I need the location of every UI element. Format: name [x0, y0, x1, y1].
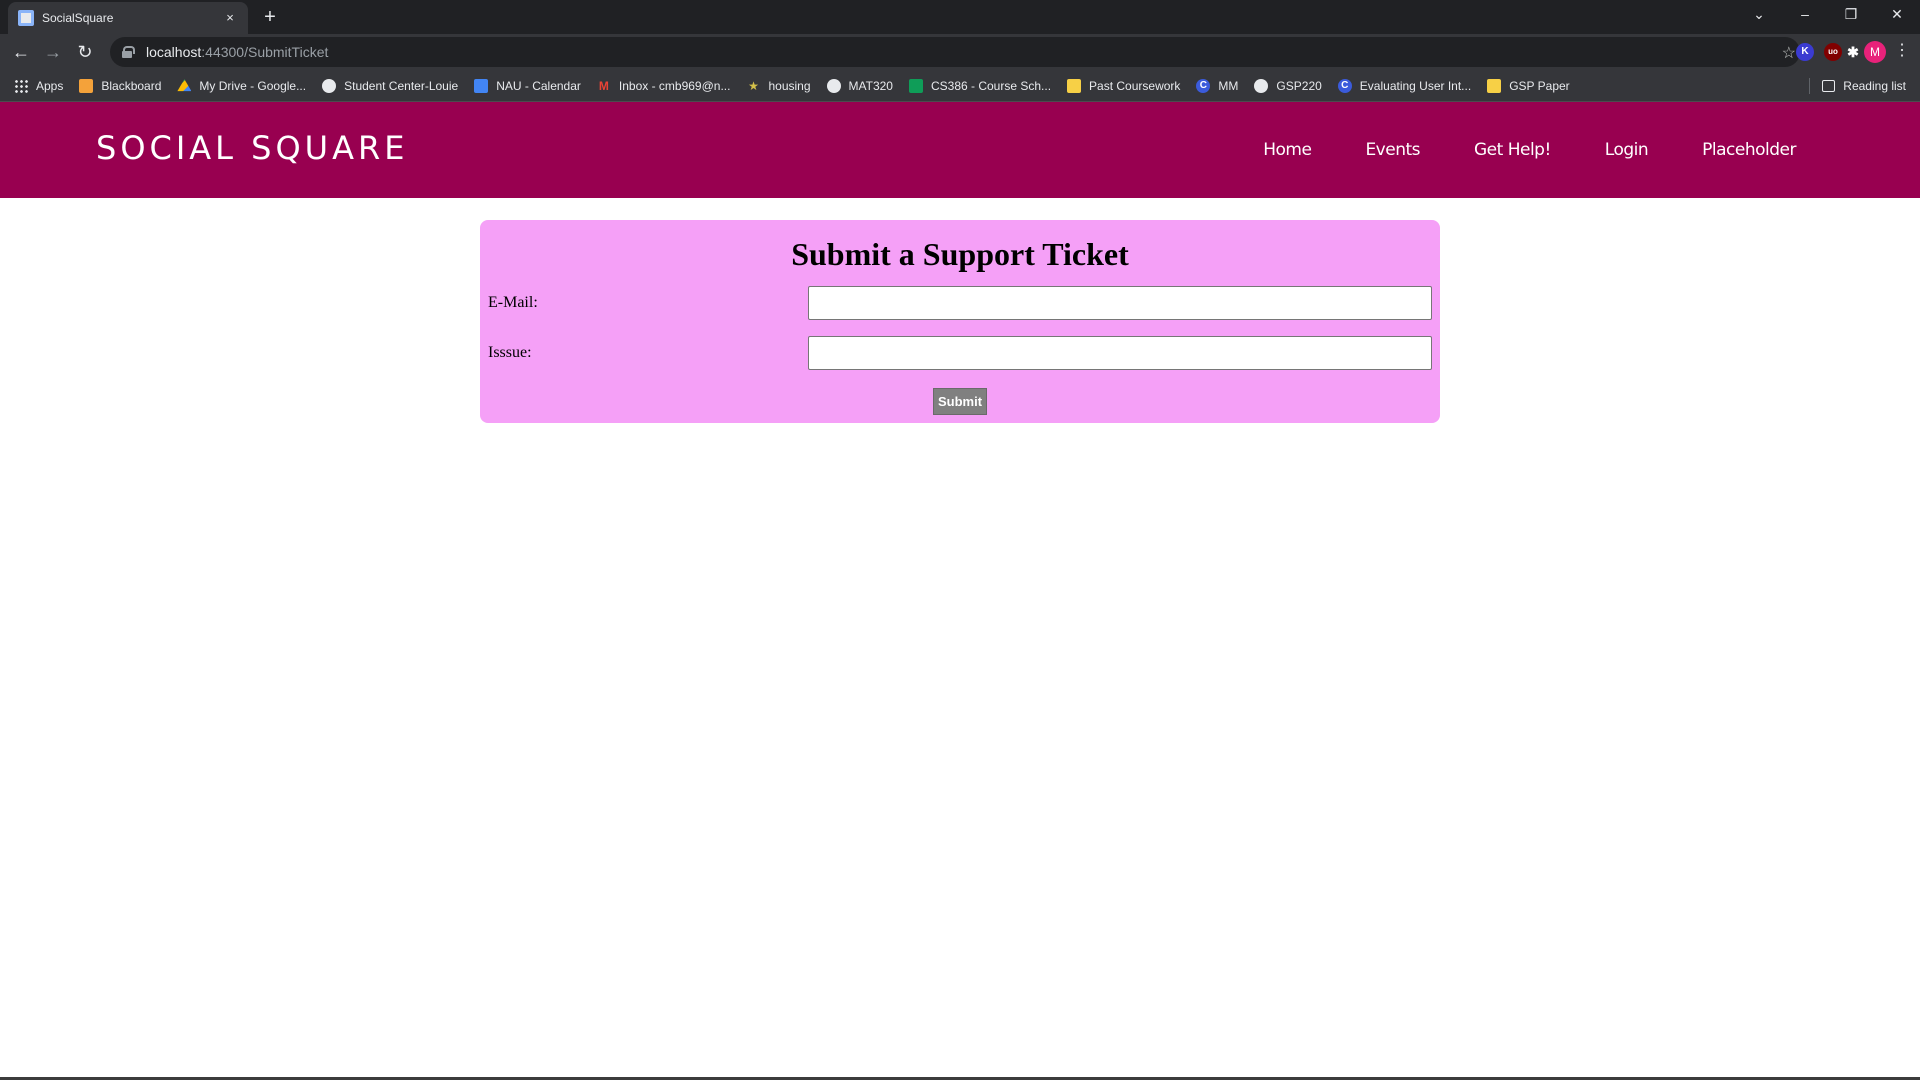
bookmark-cs386[interactable]: CS386 - Course Sch... — [908, 78, 1052, 93]
bookmark-label: My Drive - Google... — [199, 78, 307, 93]
bookmark-label: CS386 - Course Sch... — [930, 78, 1052, 93]
c-icon: C — [1337, 78, 1352, 93]
restore-button[interactable]: ❐ — [1828, 0, 1874, 28]
bookmark-my-drive[interactable]: My Drive - Google... — [177, 79, 306, 93]
reading-list-button[interactable]: Reading list — [1822, 79, 1906, 93]
bookmark-label: Past Coursework — [1089, 78, 1181, 93]
bookmark-label: Student Center-Louie — [344, 78, 459, 93]
back-arrow-icon[interactable]: ← — [8, 39, 34, 65]
bookmark-label: MAT320 — [848, 78, 893, 93]
email-label: E-Mail: — [488, 294, 538, 311]
browser-tab[interactable]: SocialSquare × — [8, 2, 248, 34]
site-nav: Home Events Get Help! Login Placeholder — [1209, 140, 1796, 160]
kami-extension-icon[interactable]: K — [1796, 43, 1814, 61]
gmail-icon: M — [598, 78, 609, 93]
housing-icon: ★ — [748, 78, 759, 93]
bookmark-label: NAU - Calendar — [496, 78, 581, 93]
bookmark-gsp-paper[interactable]: GSP Paper — [1487, 78, 1570, 93]
submit-button[interactable]: Submit — [933, 388, 987, 415]
site-header: SOCIAL SQUARE Home Events Get Help! Logi… — [0, 102, 1920, 198]
browser-toolbar: ← → ↻ localhost:44300/SubmitTicket ☆ K u… — [0, 34, 1920, 70]
issue-field[interactable] — [808, 336, 1432, 370]
nav-placeholder-link[interactable]: Placeholder — [1702, 140, 1796, 160]
bookmark-label: Inbox - cmb969@n... — [618, 78, 731, 93]
issue-label: Isssue: — [488, 344, 532, 361]
sheets-icon — [908, 78, 923, 93]
close-window-button[interactable]: ✕ — [1874, 0, 1920, 28]
folder-icon — [1487, 78, 1502, 93]
globe-icon — [826, 78, 841, 93]
reading-list-label: Reading list — [1843, 78, 1906, 93]
nav-get-help-link[interactable]: Get Help! — [1474, 140, 1551, 160]
tab-search-icon[interactable]: ⌄ — [1736, 0, 1782, 28]
window-controls: ⌄ – ❐ ✕ — [1736, 0, 1920, 28]
bookmark-blackboard[interactable]: Blackboard — [79, 78, 162, 93]
google-drive-icon — [177, 79, 192, 92]
blackboard-icon — [79, 78, 94, 93]
extensions-puzzle-icon[interactable]: ✱ — [1844, 43, 1862, 61]
email-field[interactable] — [808, 286, 1432, 320]
bookmark-label: Apps — [36, 78, 64, 93]
bookmark-label: GSP Paper — [1509, 78, 1570, 93]
bookmark-mm[interactable]: C MM — [1196, 78, 1239, 93]
browser-menu-icon[interactable]: ⋮ — [1894, 40, 1910, 60]
profile-avatar[interactable]: M — [1864, 41, 1886, 63]
apps-grid-icon — [14, 78, 28, 93]
bookmark-label: housing — [768, 78, 811, 93]
bookmark-label: GSP220 — [1276, 78, 1322, 93]
page-title: Submit a Support Ticket — [791, 236, 1129, 272]
bookmark-label: Blackboard — [101, 78, 162, 93]
ublock-extension-icon[interactable]: uo — [1824, 43, 1842, 61]
page-favicon-icon — [18, 10, 34, 26]
globe-icon — [322, 78, 337, 93]
bookmark-label: Evaluating User Int... — [1359, 78, 1472, 93]
globe-icon — [1254, 78, 1269, 93]
bookmark-gsp220[interactable]: GSP220 — [1254, 78, 1322, 93]
site-brand[interactable]: SOCIAL SQUARE — [96, 129, 408, 167]
bookmark-label: MM — [1218, 78, 1239, 93]
tab-title: SocialSquare — [42, 11, 114, 25]
nav-home-link[interactable]: Home — [1263, 140, 1312, 160]
calendar-icon — [474, 78, 489, 93]
bookmark-housing[interactable]: ★ housing — [746, 79, 810, 93]
bookmark-inbox[interactable]: M Inbox - cmb969@n... — [597, 79, 731, 93]
minimize-button[interactable]: – — [1782, 0, 1828, 28]
browser-tab-strip: SocialSquare × + ⌄ – ❐ ✕ — [0, 0, 1920, 34]
reload-icon[interactable]: ↻ — [72, 39, 98, 65]
c-icon: C — [1196, 78, 1211, 93]
bookmark-evaluating-user[interactable]: C Evaluating User Int... — [1337, 78, 1472, 93]
close-tab-icon[interactable]: × — [222, 10, 238, 26]
url-host: localhost — [146, 44, 202, 60]
bookmark-mat320[interactable]: MAT320 — [826, 78, 893, 93]
reading-list-icon — [1822, 79, 1836, 92]
folder-icon — [1067, 78, 1082, 93]
bookmark-student-center[interactable]: Student Center-Louie — [322, 78, 459, 93]
bookmark-apps[interactable]: Apps — [14, 78, 64, 93]
nav-login-link[interactable]: Login — [1605, 140, 1649, 160]
lock-icon — [122, 46, 135, 58]
nav-events-link[interactable]: Events — [1365, 140, 1420, 160]
url-path: :44300/SubmitTicket — [201, 44, 329, 60]
bookmarks-bar: Apps Blackboard My Drive - Google... Stu… — [0, 70, 1920, 102]
bookmark-nau-calendar[interactable]: NAU - Calendar — [474, 78, 581, 93]
bookmark-past-coursework[interactable]: Past Coursework — [1067, 78, 1181, 93]
forward-arrow-icon[interactable]: → — [40, 39, 66, 65]
address-bar[interactable]: localhost:44300/SubmitTicket ☆ — [110, 37, 1800, 67]
new-tab-button[interactable]: + — [258, 5, 282, 29]
support-ticket-card: Submit a Support Ticket E-Mail: Isssue: … — [480, 220, 1440, 423]
bookmark-star-icon[interactable]: ☆ — [1782, 43, 1796, 63]
bookmarks-divider — [1809, 78, 1810, 94]
